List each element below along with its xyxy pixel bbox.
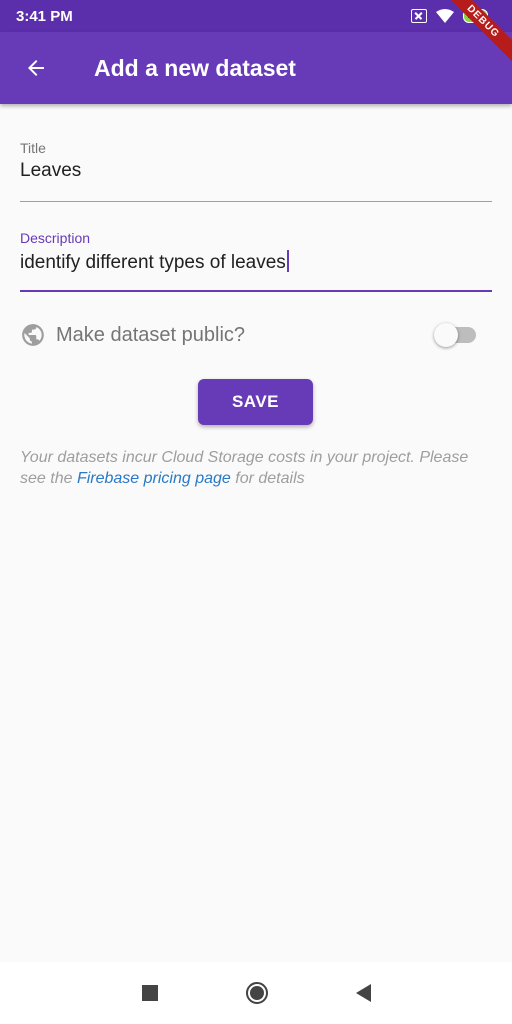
public-switch[interactable] — [434, 322, 480, 348]
public-label: Make dataset public? — [56, 323, 246, 346]
title-label: Title — [20, 140, 46, 156]
title-underline — [20, 201, 492, 202]
status-time: 3:41 PM — [16, 7, 73, 25]
text-cursor — [286, 250, 289, 272]
page-title: Add a new dataset — [94, 54, 296, 81]
save-button[interactable]: SAVE — [198, 379, 313, 425]
nav-back-icon[interactable] — [355, 984, 371, 1002]
home-icon[interactable] — [245, 982, 268, 1004]
recent-apps-icon[interactable] — [141, 985, 158, 1001]
globe-icon — [22, 324, 44, 346]
status-icons: 100 — [411, 8, 488, 24]
back-button[interactable] — [0, 32, 72, 104]
description-underline — [20, 290, 492, 292]
status-bar: 3:41 PM 100 — [0, 0, 512, 32]
back-arrow-icon — [28, 60, 44, 76]
battery-icon: 100 — [463, 9, 488, 23]
description-input-wrapper[interactable]: identify different types of leaves — [20, 250, 492, 274]
note-text-after: for details — [230, 470, 305, 487]
description-field[interactable]: Description identify different types of … — [20, 230, 492, 292]
sim-icon — [411, 9, 428, 23]
system-nav-bar — [0, 962, 512, 1024]
title-field[interactable]: Title Leaves — [20, 140, 492, 202]
wifi-icon — [436, 9, 455, 23]
firebase-pricing-link[interactable]: Firebase pricing page — [77, 470, 231, 487]
title-input[interactable]: Leaves — [20, 160, 492, 182]
description-input[interactable]: identify different types of leaves — [20, 252, 286, 273]
description-label: Description — [20, 230, 91, 246]
storage-cost-note: Your datasets incur Cloud Storage costs … — [20, 447, 492, 489]
public-toggle-row[interactable]: Make dataset public? — [20, 318, 480, 352]
switch-thumb — [434, 323, 458, 347]
app-bar: Add a new dataset — [0, 32, 512, 104]
